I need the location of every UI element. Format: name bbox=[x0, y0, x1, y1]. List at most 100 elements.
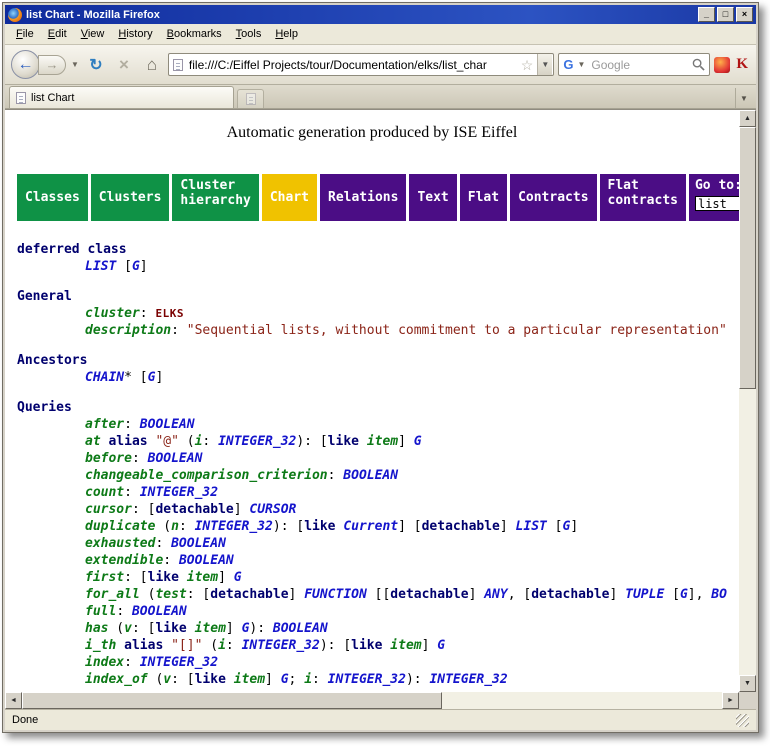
url-dropdown-button[interactable]: ▼ bbox=[537, 54, 552, 75]
class-link[interactable]: INTEGER_32 bbox=[242, 638, 320, 653]
class-link[interactable]: BOOLEAN bbox=[140, 417, 195, 432]
nav-button-go-to[interactable]: Go to: bbox=[689, 174, 739, 221]
class-link[interactable]: BO bbox=[711, 587, 727, 602]
cluster-link[interactable]: ELKS bbox=[155, 307, 184, 320]
tab-list-dropdown[interactable]: ▼ bbox=[735, 88, 752, 108]
class-link[interactable]: G bbox=[281, 672, 289, 687]
class-link[interactable]: INTEGER_32 bbox=[429, 672, 507, 687]
nav-button-classes[interactable]: Classes bbox=[17, 174, 88, 221]
nav-button-contracts[interactable]: Contracts bbox=[510, 174, 596, 221]
history-dropdown-icon[interactable]: ▼ bbox=[70, 60, 80, 69]
nav-button-clusters[interactable]: Clusters bbox=[91, 174, 170, 221]
google-logo-icon[interactable]: G bbox=[563, 58, 573, 71]
close-button[interactable]: × bbox=[736, 7, 753, 22]
class-link[interactable]: G bbox=[414, 434, 422, 449]
code-line: i_th alias "[]" (i: INTEGER_32): [like i… bbox=[17, 637, 739, 654]
feature-name: description bbox=[85, 323, 171, 338]
bookmark-star-icon[interactable]: ☆ bbox=[521, 58, 534, 72]
vertical-scroll-thumb[interactable] bbox=[739, 127, 756, 389]
code-line: has (v: [like item] G): BOOLEAN bbox=[17, 620, 739, 637]
vertical-scrollbar[interactable]: ▲ ▼ bbox=[739, 110, 756, 692]
nav-button-relations[interactable]: Relations bbox=[320, 174, 406, 221]
code-line: index_of (v: [like item] G; i: INTEGER_3… bbox=[17, 671, 739, 688]
class-link[interactable]: TUPLE bbox=[625, 587, 664, 602]
scroll-left-button[interactable]: ◄ bbox=[5, 692, 22, 709]
url-input[interactable] bbox=[187, 57, 517, 73]
maximize-button[interactable]: □ bbox=[717, 7, 734, 22]
tab-list-chart[interactable]: list Chart bbox=[9, 86, 234, 108]
reload-button[interactable]: ↻ bbox=[84, 53, 108, 77]
menu-bookmarks[interactable]: Bookmarks bbox=[160, 25, 229, 43]
menu-history[interactable]: History bbox=[111, 25, 159, 43]
code-text bbox=[179, 570, 187, 585]
code-line: changeable_comparison_criterion: BOOLEAN bbox=[17, 467, 739, 484]
horizontal-scroll-thumb[interactable] bbox=[22, 692, 442, 709]
code-line: Queries bbox=[17, 399, 739, 416]
class-link[interactable]: CURSOR bbox=[249, 502, 296, 517]
search-box[interactable]: G ▼ bbox=[558, 53, 710, 76]
home-button[interactable]: ⌂ bbox=[140, 53, 164, 77]
class-link[interactable]: INTEGER_32 bbox=[140, 485, 218, 500]
class-link[interactable]: Current bbox=[343, 519, 398, 534]
code-text: ): [ bbox=[296, 434, 327, 449]
class-link[interactable]: INTEGER_32 bbox=[195, 519, 273, 534]
class-link[interactable]: G bbox=[437, 638, 445, 653]
search-icon[interactable] bbox=[692, 58, 705, 71]
address-bar[interactable]: ☆ ▼ bbox=[168, 53, 554, 76]
new-tab-stub[interactable] bbox=[237, 89, 264, 108]
menu-view[interactable]: View bbox=[74, 25, 112, 43]
class-link[interactable]: BOOLEAN bbox=[343, 468, 398, 483]
resize-grip[interactable] bbox=[736, 714, 749, 727]
menu-tools[interactable]: Tools bbox=[229, 25, 269, 43]
menu-edit[interactable]: Edit bbox=[41, 25, 74, 43]
class-link[interactable]: FUNCTION bbox=[304, 587, 367, 602]
class-link[interactable]: G bbox=[132, 259, 140, 274]
class-link[interactable]: INTEGER_32 bbox=[328, 672, 406, 687]
nav-button-text[interactable]: Text bbox=[409, 174, 456, 221]
nav-button-label: Relations bbox=[328, 190, 398, 205]
code-text bbox=[359, 434, 367, 449]
scroll-down-button[interactable]: ▼ bbox=[739, 675, 756, 692]
scroll-right-button[interactable]: ► bbox=[722, 692, 739, 709]
class-link[interactable]: ANY bbox=[484, 587, 507, 602]
class-link[interactable]: LIST bbox=[516, 519, 547, 534]
code-text: : [ bbox=[124, 570, 147, 585]
feature-name: full bbox=[85, 604, 116, 619]
kaspersky-icon[interactable]: K bbox=[734, 57, 750, 72]
class-link[interactable]: BOOLEAN bbox=[171, 536, 226, 551]
title-bar[interactable]: list Chart - Mozilla Firefox _ □ × bbox=[5, 5, 756, 24]
code-text: : bbox=[124, 485, 140, 500]
class-link[interactable]: INTEGER_32 bbox=[218, 434, 296, 449]
class-link[interactable]: BOOLEAN bbox=[132, 604, 187, 619]
nav-button-flat[interactable]: Flat bbox=[460, 174, 507, 221]
class-link[interactable]: BOOLEAN bbox=[179, 553, 234, 568]
menu-file[interactable]: File bbox=[9, 25, 41, 43]
nav-button-cluster-hierarchy[interactable]: Cluster hierarchy bbox=[172, 174, 258, 221]
feature-name: i_th bbox=[85, 638, 116, 653]
goto-input[interactable] bbox=[695, 196, 739, 211]
search-engine-dropdown-icon[interactable]: ▼ bbox=[576, 60, 586, 69]
search-input[interactable] bbox=[589, 57, 689, 73]
class-link[interactable]: LIST bbox=[85, 259, 116, 274]
back-button[interactable]: ← bbox=[11, 50, 40, 79]
code-text: ] bbox=[218, 570, 234, 585]
nav-button-flat-contracts[interactable]: Flat contracts bbox=[600, 174, 686, 221]
scroll-up-button[interactable]: ▲ bbox=[739, 110, 756, 127]
nav-button-chart[interactable]: Chart bbox=[262, 174, 317, 221]
class-link[interactable]: G bbox=[234, 570, 242, 585]
code-text: : bbox=[202, 434, 218, 449]
class-link[interactable]: INTEGER_32 bbox=[140, 655, 218, 670]
forward-button[interactable]: → bbox=[38, 55, 66, 75]
addon-icon[interactable] bbox=[714, 57, 730, 73]
class-link[interactable]: BOOLEAN bbox=[273, 621, 328, 636]
code-text: ] bbox=[398, 434, 414, 449]
minimize-button[interactable]: _ bbox=[698, 7, 715, 22]
class-link[interactable]: G bbox=[680, 587, 688, 602]
stop-button[interactable]: × bbox=[112, 53, 136, 77]
menu-help[interactable]: Help bbox=[268, 25, 305, 43]
class-link[interactable]: CHAIN bbox=[85, 370, 124, 385]
class-link[interactable]: BOOLEAN bbox=[148, 451, 203, 466]
horizontal-scrollbar[interactable]: ◄ ► bbox=[5, 692, 739, 709]
code-text: ] bbox=[500, 519, 516, 534]
code-text: ): bbox=[406, 672, 429, 687]
